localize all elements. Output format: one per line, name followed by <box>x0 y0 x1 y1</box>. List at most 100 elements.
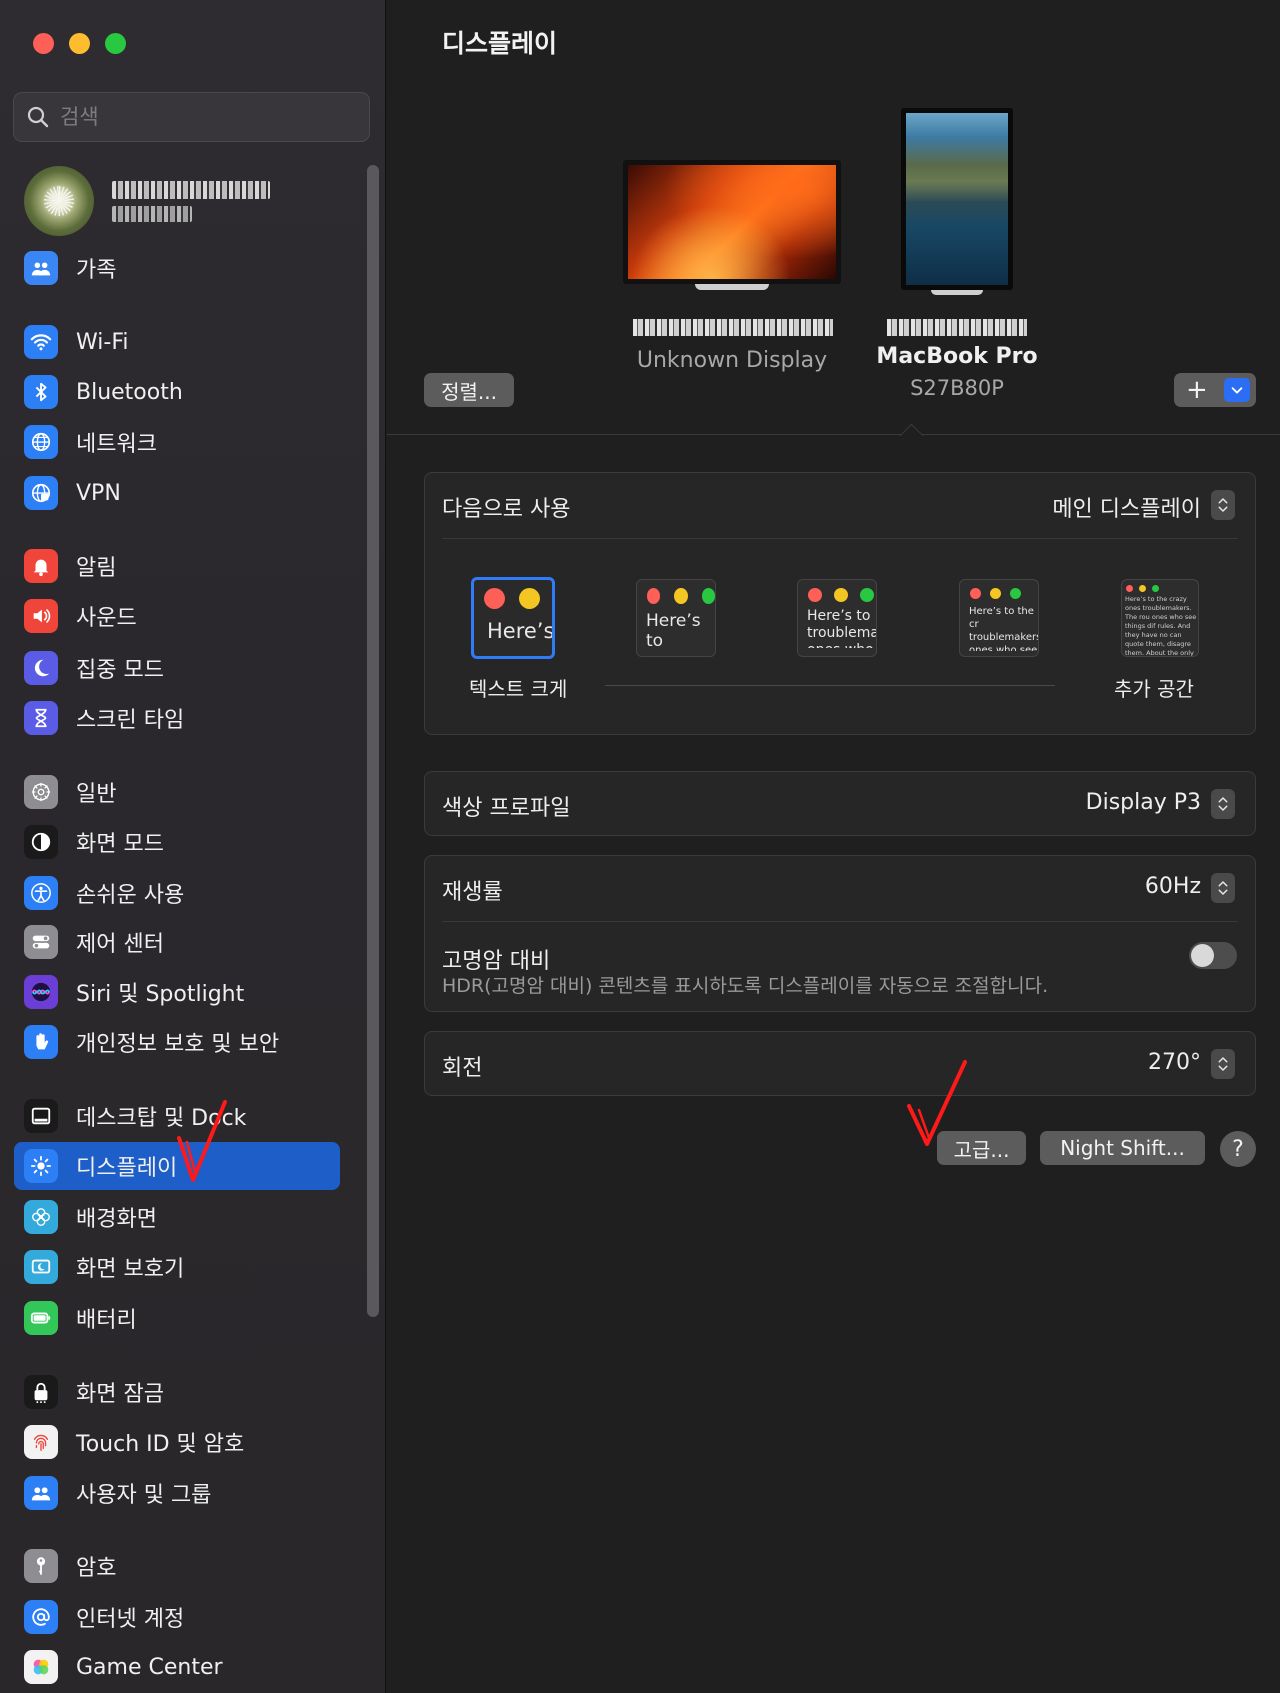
battery-icon <box>24 1301 58 1335</box>
sidebar-item[interactable]: 개인정보 보호 및 보안 <box>14 1018 340 1066</box>
sidebar-item[interactable]: 가족 <box>14 244 340 292</box>
sidebar-item-label: 네트워크 <box>76 432 157 457</box>
use-as-stepper[interactable] <box>1211 490 1235 520</box>
at-icon <box>24 1600 58 1634</box>
sidebar-item[interactable]: Siri 및 Spotlight <box>14 968 340 1016</box>
sidebar-item[interactable]: Touch ID 및 암호 <box>14 1418 340 1466</box>
external-display-name: redacted-display-name <box>633 319 833 336</box>
window-maximize-button[interactable] <box>105 33 126 54</box>
avatar <box>24 166 94 236</box>
sidebar-item[interactable]: 사운드 <box>14 592 340 640</box>
sidebar-item[interactable]: 집중 모드 <box>14 644 340 692</box>
use-as-panel: 다음으로 사용 메인 디스플레이 Here’s Here’s to troubl… <box>424 472 1256 735</box>
sidebar-item-label: 암호 <box>76 1556 117 1581</box>
hdr-description: HDR(고명암 대비) 콘텐츠를 표시하도록 디스플레이를 자동으로 조절합니다… <box>442 975 1049 997</box>
night-shift-button[interactable]: Night Shift... <box>1040 1131 1205 1165</box>
arrange-button[interactable]: 정렬... <box>424 373 514 407</box>
sidebar-item-label: Wi-Fi <box>76 329 129 355</box>
sidebar-item[interactable]: 알림 <box>14 542 340 590</box>
updown-chevron-icon <box>1218 881 1228 895</box>
globe-icon <box>24 425 58 459</box>
search-input[interactable] <box>60 105 350 129</box>
sidebar-item-label: 데스크탑 및 Dock <box>76 1106 247 1131</box>
use-as-value[interactable]: 메인 디스플레이 <box>1052 491 1201 523</box>
sidebar-item-label: 일반 <box>76 782 117 807</box>
add-display-dropdown[interactable] <box>1224 378 1250 402</box>
color-profile-value[interactable]: Display P3 <box>1086 790 1201 815</box>
rotation-value[interactable]: 270° <box>1148 1050 1201 1075</box>
search-box[interactable] <box>13 92 370 142</box>
sidebar-item-label: 가족 <box>76 258 117 283</box>
fingerprint-icon <box>24 1425 58 1459</box>
family-icon <box>24 251 58 285</box>
sidebar: redacted-name redacted-sub 가족 Wi-Fi Blueto… <box>0 0 386 1693</box>
sidebar-item[interactable]: 네트워크 <box>14 418 340 466</box>
sidebar-scrollbar[interactable] <box>367 165 379 1317</box>
refresh-rate-panel: 재생률 60Hz 고명암 대비 HDR(고명암 대비) 콘텐츠를 표시하도록 디… <box>424 855 1256 1012</box>
text-size-option-small[interactable]: Here’s to the cr troublemakers. ones who… <box>959 579 1039 657</box>
text-size-option-largest[interactable]: Here’s <box>471 577 555 659</box>
text-size-track[interactable] <box>605 685 1055 686</box>
sidebar-item[interactable]: Wi-Fi <box>14 318 340 366</box>
sidebar-item[interactable]: 배터리 <box>14 1294 340 1342</box>
text-size-option-more-space[interactable]: Here’s to the crazy ones troublemakers. … <box>1121 579 1199 657</box>
text-size-sample: Here’s to troublem <box>646 611 701 648</box>
sidebar-item-label: 배경화면 <box>76 1207 157 1232</box>
sidebar-item[interactable]: 일반 <box>14 768 340 816</box>
sidebar-item[interactable]: 암호 <box>14 1542 340 1590</box>
sidebar-item[interactable]: 데스크탑 및 Dock <box>14 1092 340 1140</box>
add-display-button[interactable]: + <box>1174 373 1256 407</box>
refresh-rate-value[interactable]: 60Hz <box>1145 874 1201 899</box>
text-size-option-medium[interactable]: Here’s to troublema ones who <box>797 579 877 657</box>
macbook-display-title: MacBook Pro <box>876 344 1038 369</box>
search-icon <box>27 106 49 128</box>
sidebar-item[interactable]: 인터넷 계정 <box>14 1593 340 1641</box>
text-size-sample: Here’s to troublema ones who <box>807 608 876 648</box>
sidebar-item-label: 제어 센터 <box>76 932 164 957</box>
bluetooth-icon <box>24 375 58 409</box>
sidebar-item-label: 디스플레이 <box>76 1156 178 1181</box>
external-display-thumbnail[interactable] <box>623 160 841 290</box>
sidebar-item[interactable]: 사용자 및 그룹 <box>14 1469 340 1517</box>
main-content: 디스플레이 redacted-display-name Unknown Disp… <box>387 0 1280 1693</box>
sidebar-item-label: 개인정보 보호 및 보안 <box>76 1032 280 1057</box>
advanced-button[interactable]: 고급... <box>937 1131 1026 1165</box>
sidebar-item[interactable]: VPN <box>14 469 340 517</box>
text-size-sample: Here’s to the cr troublemakers. ones who… <box>969 606 1038 651</box>
macbook-display-thumbnail[interactable] <box>901 108 1013 295</box>
sidebar-item[interactable]: 배경화면 <box>14 1193 340 1241</box>
rotation-label: 회전 <box>442 1056 483 1081</box>
sidebar-item[interactable]: 화면 잠금 <box>14 1368 340 1416</box>
hourglass-icon <box>24 701 58 735</box>
account-name: redacted-name <box>112 180 270 199</box>
apple-account[interactable]: redacted-name redacted-sub <box>24 165 354 237</box>
sidebar-item[interactable]: Bluetooth <box>14 368 340 416</box>
sidebar-item[interactable]: 손쉬운 사용 <box>14 869 340 917</box>
sidebar-item[interactable]: 화면 모드 <box>14 818 340 866</box>
refresh-rate-stepper[interactable] <box>1211 873 1235 903</box>
accessibility-icon <box>24 876 58 910</box>
macbook-display-subtitle: S27B80P <box>910 376 1004 400</box>
text-size-option-large[interactable]: Here’s to troublem <box>636 579 716 657</box>
rotation-stepper[interactable] <box>1211 1049 1235 1079</box>
sidebar-item[interactable]: 디스플레이 <box>14 1142 340 1190</box>
macbook-display-name: redacted-name <box>887 319 1027 336</box>
siri-icon <box>24 975 58 1009</box>
sidebar-item-label: 화면 보호기 <box>76 1257 185 1282</box>
color-profile-stepper[interactable] <box>1211 789 1235 819</box>
sidebar-item-label: Bluetooth <box>76 379 183 405</box>
window-minimize-button[interactable] <box>69 33 90 54</box>
sidebar-item-label: 화면 잠금 <box>76 1382 164 1407</box>
sun-icon <box>24 1149 58 1183</box>
appearance-icon <box>24 825 58 859</box>
hdr-toggle[interactable] <box>1189 942 1237 969</box>
flower-icon <box>24 1200 58 1234</box>
lock-icon <box>24 1375 58 1409</box>
sidebar-item[interactable]: 제어 센터 <box>14 918 340 966</box>
sidebar-item[interactable]: Game Center <box>14 1643 340 1691</box>
help-button[interactable]: ? <box>1220 1131 1256 1167</box>
sidebar-item-label: 스크린 타임 <box>76 708 185 733</box>
sidebar-item[interactable]: 화면 보호기 <box>14 1243 340 1291</box>
sidebar-item[interactable]: 스크린 타임 <box>14 694 340 742</box>
window-close-button[interactable] <box>33 33 54 54</box>
